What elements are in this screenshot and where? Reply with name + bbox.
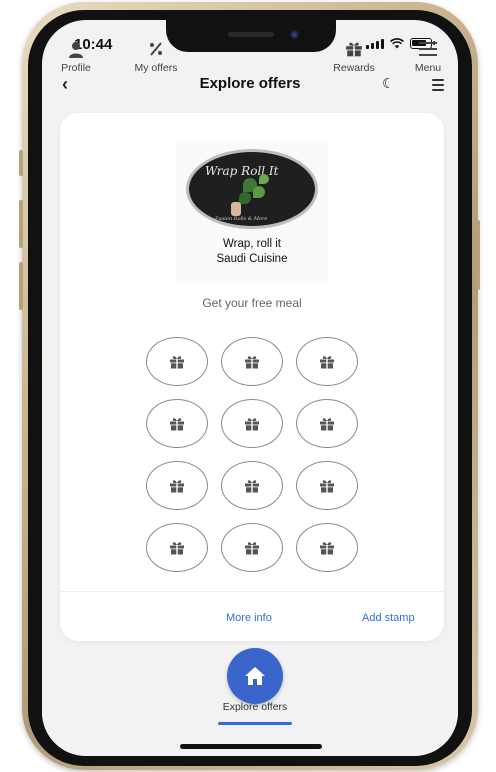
home-icon: [245, 667, 265, 685]
brand-logo-area: Wrap Roll It Fusion Rolls & More Wrap, r…: [176, 143, 328, 283]
stamp-slot: [296, 399, 358, 448]
nav-item-rewards[interactable]: Rewards: [324, 40, 384, 74]
gift-icon: [244, 479, 260, 493]
moon-icon: ☾: [382, 75, 395, 91]
gift-icon: [244, 541, 260, 555]
nav-label-explore-offers: Explore offers: [222, 701, 288, 713]
phone-side-button: [19, 150, 23, 176]
gift-icon: [319, 355, 335, 369]
brand-name-line-1: Wrap, roll it: [223, 238, 281, 250]
nav-item-explore-offers[interactable]: [227, 648, 283, 704]
nav-label-profile: Profile: [61, 62, 91, 74]
add-stamp-link[interactable]: Add stamp: [362, 612, 415, 624]
stamp-slot: [296, 337, 358, 386]
nav-label-menu: Menu: [414, 62, 442, 74]
gift-icon: [324, 40, 384, 58]
front-camera: [290, 30, 299, 39]
logo-leaf: [253, 186, 265, 198]
nav-label-rewards: Rewards: [333, 62, 375, 74]
gift-icon: [319, 417, 335, 431]
stamp-slot: [221, 337, 283, 386]
nav-item-menu[interactable]: Menu: [408, 40, 448, 74]
gift-icon: [319, 541, 335, 555]
dark-mode-toggle[interactable]: ☾: [382, 75, 395, 92]
wifi-icon: [390, 37, 404, 48]
phone-volume-down-button: [19, 262, 23, 310]
logo-leaf: [239, 192, 251, 204]
app-header: ‹ Explore offers ☾: [42, 68, 458, 104]
stamp-slot: [146, 461, 208, 510]
person-icon: [56, 40, 96, 58]
stamp-slot: [221, 461, 283, 510]
logo-tagline: Fusion Rolls & More: [215, 216, 268, 222]
logo-wrap-figure: [231, 202, 241, 216]
offer-subtitle: Get your free meal: [202, 296, 302, 310]
stamp-slot: [221, 523, 283, 572]
gift-icon: [319, 479, 335, 493]
nav-item-profile[interactable]: Profile: [56, 40, 96, 74]
nav-item-my-offers[interactable]: My offers: [126, 40, 186, 74]
stamp-grid: [146, 337, 358, 572]
gift-icon: [244, 417, 260, 431]
phone-screen: 10:44 ‹ Explore offers ☾ Wrap Roll It Fu…: [42, 20, 458, 756]
gift-icon: [169, 417, 185, 431]
page-title: Explore offers: [199, 75, 301, 92]
more-info-link[interactable]: More info: [226, 612, 272, 624]
percent-icon: [126, 40, 186, 58]
nav-label-my-offers: My offers: [134, 62, 178, 74]
notch-speaker: [228, 32, 274, 37]
gift-icon: [169, 355, 185, 369]
offer-card: Wrap Roll It Fusion Rolls & More Wrap, r…: [60, 113, 444, 641]
gift-icon: [169, 479, 185, 493]
logo-leaf: [259, 174, 269, 184]
brand-logo: Wrap Roll It Fusion Rolls & More: [186, 149, 318, 229]
phone-volume-up-button: [19, 200, 23, 248]
gift-icon: [244, 355, 260, 369]
menu-icon: [408, 40, 448, 58]
stamp-slot: [296, 461, 358, 510]
phone-power-button: [476, 220, 480, 290]
card-divider: [60, 591, 444, 592]
stamp-slot: [146, 523, 208, 572]
stamp-slot: [296, 523, 358, 572]
stamp-slot: [221, 399, 283, 448]
brand-name-line-2: Saudi Cuisine: [216, 253, 288, 265]
stamp-slot: [146, 399, 208, 448]
header-menu-button[interactable]: [432, 79, 444, 94]
stamp-slot: [146, 337, 208, 386]
gift-icon: [169, 541, 185, 555]
brand-name: Wrap, roll it Saudi Cuisine: [176, 237, 328, 267]
active-tab-indicator: [218, 722, 292, 725]
home-indicator: [180, 744, 322, 749]
